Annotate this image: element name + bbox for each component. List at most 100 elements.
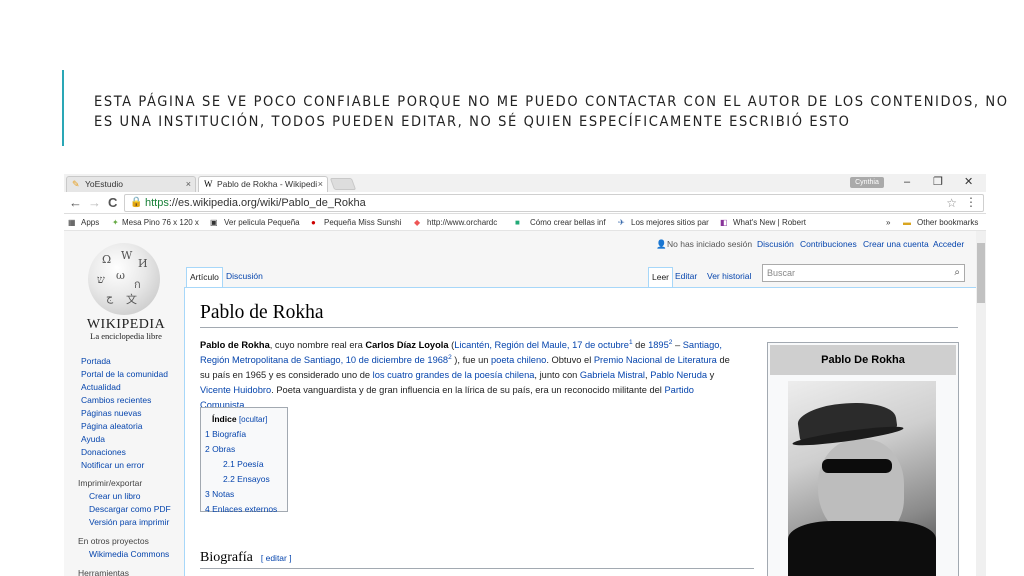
url-scheme: https (145, 197, 169, 209)
sidebar-header-tools: Herramientas (78, 568, 130, 576)
tab-read[interactable]: Leer (648, 267, 674, 287)
search-icon[interactable]: ⌕ (954, 265, 960, 281)
bookmarks-bar: ▦ Apps ✦ Mesa Pino 76 x 120 x ▣ Ver peli… (64, 214, 986, 231)
sidebar-item-commons[interactable]: Wikimedia Commons (89, 548, 169, 561)
tab-yoestudio[interactable]: ✎ YoEstudio × (66, 176, 196, 192)
close-icon[interactable]: × (318, 177, 323, 191)
text: y (707, 370, 715, 380)
tab-article[interactable]: Artículo (186, 267, 223, 287)
scrollbar-thumb[interactable] (977, 243, 985, 303)
section-divider (200, 568, 754, 569)
sidebar-item-ayuda[interactable]: Ayuda (81, 433, 105, 446)
sidebar-item-aleatoria[interactable]: Página aleatoria (81, 420, 142, 433)
bookmark-favicon-icon: ● (311, 218, 316, 227)
sidebar-item-portada[interactable]: Portada (81, 355, 111, 368)
toc-item[interactable]: 1 Biografía (205, 429, 246, 440)
window-close-icon[interactable]: ✕ (964, 175, 973, 189)
close-icon[interactable]: × (186, 177, 191, 191)
accent-bar (62, 70, 64, 146)
tab-pablo-de-rokha[interactable]: W Pablo de Rokha - Wikipedi × (198, 176, 328, 192)
link-poeta[interactable]: poeta chileno (491, 355, 546, 365)
sidebar-item-actualidad[interactable]: Actualidad (81, 381, 121, 394)
section-edit-link[interactable]: [ editar ] (261, 553, 292, 563)
bookmark-mesa-pino[interactable]: Mesa Pino 76 x 120 x (122, 214, 199, 231)
text: ), fue un (451, 355, 491, 365)
tab-edit[interactable]: Editar (672, 267, 700, 287)
toc-title: Índice (212, 414, 237, 424)
wiki-tabs: Artículo Discusión Leer Editar Ver histo… (184, 264, 976, 287)
scrollbar[interactable] (976, 231, 986, 576)
sidebar-item-pdf[interactable]: Descargar como PDF (89, 503, 171, 516)
infobox: Pablo De Rokha (767, 342, 959, 576)
bookmark-whats-new[interactable]: What's New | Robert (733, 214, 806, 231)
slide-heading-line1: Esta página se ve poco confiable porque … (94, 94, 1009, 110)
intro-paragraph: Pablo de Rokha, cuyo nombre real era Car… (200, 338, 760, 413)
subject-name: Pablo de Rokha (200, 340, 270, 350)
article-content: Pablo de Rokha Pablo de Rokha, cuyo nomb… (184, 287, 976, 576)
sidebar-item-notificar[interactable]: Notificar un error (81, 459, 144, 472)
bookmark-pequena-miss[interactable]: Pequeña Miss Sunshi (324, 214, 401, 231)
slide-heading-line2: es una institución, todos pueden editar,… (94, 114, 851, 130)
toc-item[interactable]: 3 Notas (205, 489, 234, 500)
sidebar-item-paginas-nuevas[interactable]: Páginas nuevas (81, 407, 142, 420)
text: , cuyo nombre real era (269, 340, 366, 350)
sidebar-header-print: Imprimir/exportar (78, 478, 143, 488)
tab-label: YoEstudio (85, 179, 123, 189)
toc-item[interactable]: 4 Enlaces externos (205, 504, 277, 515)
create-account-link[interactable]: Crear una cuenta (863, 239, 929, 249)
maximize-icon[interactable]: ❐ (933, 175, 943, 189)
url-input[interactable]: 🔒 https://es.wikipedia.org/wiki/Pablo_de… (124, 194, 984, 212)
reload-icon[interactable]: C (108, 195, 117, 210)
back-icon[interactable]: ← (69, 195, 82, 210)
sidebar-item-cambios[interactable]: Cambios recientes (81, 394, 151, 407)
bookmark-ver-pelicula[interactable]: Ver pelicula Pequeña (224, 214, 300, 231)
link-partido[interactable]: Partido (664, 385, 693, 395)
not-logged-in: No has iniciado sesión (667, 239, 753, 249)
forward-icon[interactable]: → (88, 195, 101, 210)
user-icon: 👤 (656, 239, 667, 249)
link-santiago[interactable]: Santiago, (683, 340, 722, 350)
slide-heading: Esta página se ve poco confiable porque … (94, 92, 1009, 132)
sidebar-item-portal[interactable]: Portal de la comunidad (81, 368, 168, 381)
tab-discussion[interactable]: Discusión (223, 267, 266, 287)
bookmark-apps[interactable]: Apps (81, 214, 99, 231)
link-huidobro[interactable]: Vicente Huidobro (200, 385, 271, 395)
section-title: Biografía (200, 550, 253, 565)
sidebar-item-imprimir[interactable]: Versión para imprimir (89, 516, 169, 529)
minimize-icon[interactable]: – (904, 175, 910, 189)
bookmark-favicon-icon: ◆ (414, 218, 421, 227)
bookmark-favicon-icon: ✈ (618, 218, 625, 227)
real-name: Carlos Díaz Loyola (365, 340, 449, 350)
bookmarks-overflow[interactable]: » (886, 214, 890, 231)
bookmark-other[interactable]: Other bookmarks (917, 214, 978, 231)
wikipedia-globe-logo[interactable]: Ω W И ש ω ก ج 文 (88, 243, 160, 315)
yoestudio-favicon-icon: ✎ (72, 179, 80, 189)
personal-talk-link[interactable]: Discusión (757, 239, 794, 249)
menu-icon[interactable]: ⋮ (965, 195, 977, 209)
bookmark-star-icon[interactable]: ☆ (946, 196, 957, 210)
link-mistral[interactable]: Gabriela Mistral (580, 370, 645, 380)
search-input[interactable]: Buscar ⌕ (762, 264, 965, 282)
sidebar-item-donaciones[interactable]: Donaciones (81, 446, 126, 459)
bookmark-mejores-sitios[interactable]: Los mejores sitios par (631, 214, 709, 231)
table-of-contents: Índice [ocultar] 1 Biografía 2 Obras 2.1… (200, 407, 288, 515)
link-death[interactable]: Región Metropolitana de Santiago, 10 de … (200, 355, 448, 365)
link-birth[interactable]: Licantén, Región del Maule, 17 de octubr… (454, 340, 629, 350)
tab-history[interactable]: Ver historial (704, 267, 754, 287)
link-1895[interactable]: 1895 (648, 340, 669, 350)
profile-badge[interactable]: Cynthia (850, 177, 884, 188)
link-premio[interactable]: Premio Nacional de Literatura (594, 355, 717, 365)
bookmark-orchardc[interactable]: http://www.orchardc (427, 214, 497, 231)
link-cuatro-grandes[interactable]: los cuatro grandes de la poesía chilena (373, 370, 535, 380)
toc-item[interactable]: 2 Obras (205, 444, 235, 455)
toc-item[interactable]: 2.1 Poesía (223, 459, 264, 470)
link-neruda[interactable]: Pablo Neruda (650, 370, 707, 380)
login-link[interactable]: Acceder (933, 239, 964, 249)
sidebar-item-crear-libro[interactable]: Crear un libro (89, 490, 141, 503)
toc-item[interactable]: 2.2 Ensayos (223, 474, 270, 485)
new-tab-button[interactable] (329, 178, 357, 190)
portrait-image[interactable] (788, 381, 936, 576)
personal-contribs-link[interactable]: Contribuciones (800, 239, 857, 249)
toc-toggle[interactable]: [ocultar] (239, 415, 267, 424)
bookmark-como-crear[interactable]: Cómo crear bellas inf (530, 214, 606, 231)
